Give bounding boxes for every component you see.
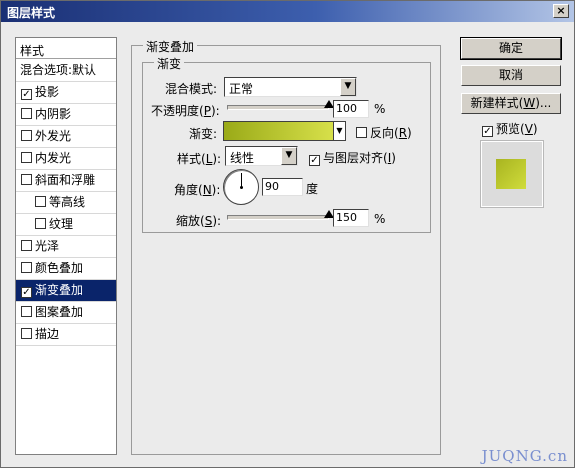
close-button[interactable]: ×	[553, 4, 569, 18]
style-list-item[interactable]: 混合选项:默认	[16, 60, 116, 82]
angle-dial-center	[240, 186, 243, 189]
reverse-checkbox[interactable]: 反向(R)	[356, 124, 412, 141]
style-list-item-label: 描边	[35, 327, 60, 341]
gradient-dropdown-arrow-icon[interactable]: ▼	[334, 121, 346, 141]
style-list-checkbox[interactable]	[21, 108, 32, 119]
style-list-item-label: 光泽	[35, 239, 60, 253]
style-list-checkbox[interactable]	[21, 306, 32, 317]
align-with-layer-checkbox[interactable]: ✓ 与图层对齐(I)	[309, 149, 396, 166]
style-list-item[interactable]: 内发光	[16, 148, 116, 170]
style-list-checkbox[interactable]	[21, 130, 32, 141]
style-list-item-label: 图案叠加	[35, 305, 84, 319]
layer-style-dialog: 图层样式 × 样式 混合选项:默认 ✓ 投影 内阴影 外发光 内发光 斜面和浮雕 等高线 纹理光…	[0, 0, 575, 468]
preview-checkbox[interactable]: ✓ 预览(V)	[482, 120, 538, 137]
style-list-item[interactable]: 颜色叠加	[16, 258, 116, 280]
scale-label: 缩放(S):	[176, 214, 222, 228]
gradient-overlay-title: 渐变叠加	[143, 38, 198, 55]
style-list-item[interactable]: 描边	[16, 324, 116, 346]
style-list-item[interactable]: 斜面和浮雕	[16, 170, 116, 192]
style-value: 线性	[230, 151, 255, 165]
angle-label: 角度(N):	[174, 183, 221, 197]
style-list-item[interactable]: 内阴影	[16, 104, 116, 126]
style-list-item[interactable]: ✓ 渐变叠加	[16, 280, 116, 302]
style-list-checkbox[interactable]	[21, 174, 32, 185]
style-list-item-label: 纹理	[49, 217, 74, 231]
ok-button[interactable]: 确定	[460, 37, 562, 60]
style-list-checkbox[interactable]: ✓	[21, 89, 32, 100]
style-list-header[interactable]: 样式	[16, 38, 116, 59]
style-list-item-label: 等高线	[49, 195, 86, 209]
style-list-item-label: 内发光	[35, 151, 72, 165]
style-list-item[interactable]: 光泽	[16, 236, 116, 258]
title-bar[interactable]: 图层样式 ×	[1, 1, 574, 22]
style-list-item-label: 投影	[35, 85, 60, 99]
style-list-item-label: 外发光	[35, 129, 72, 143]
chevron-down-icon: ▼	[340, 78, 356, 96]
gradient-label: 渐变:	[189, 127, 218, 141]
new-style-button[interactable]: 新建样式(W)...	[461, 93, 561, 114]
scale-slider[interactable]	[227, 215, 329, 220]
reverse-checkbox-box[interactable]	[356, 127, 367, 138]
blend-mode-label: 混合模式:	[165, 82, 218, 96]
style-list-checkbox[interactable]	[21, 262, 32, 273]
preview-checkbox-box[interactable]: ✓	[482, 126, 493, 137]
style-list-item[interactable]: 外发光	[16, 126, 116, 148]
window-title: 图层样式	[7, 6, 56, 20]
opacity-input[interactable]: 100	[333, 100, 369, 118]
style-list-item-label: 内阴影	[35, 107, 72, 121]
angle-input[interactable]: 90	[262, 178, 303, 196]
angle-dial[interactable]	[223, 169, 259, 205]
watermark: JUQNG.cn	[481, 447, 568, 465]
style-list-item-label: 混合选项:默认	[20, 63, 97, 77]
style-list-checkbox[interactable]	[21, 152, 32, 163]
style-list-checkbox[interactable]: ✓	[21, 287, 32, 298]
scale-input[interactable]: 150	[333, 209, 369, 227]
opacity-label: 不透明度(P):	[151, 104, 220, 118]
align-checkbox-box[interactable]: ✓	[309, 155, 320, 166]
preview-swatch	[496, 159, 526, 189]
gradient-picker[interactable]	[223, 121, 334, 141]
style-list: 样式 混合选项:默认 ✓ 投影 内阴影 外发光 内发光 斜面和浮雕 等高线 纹理 光泽 颜色叠加 ✓ 渐…	[15, 37, 117, 455]
angle-unit: 度	[306, 182, 319, 196]
style-list-item-label: 渐变叠加	[35, 283, 84, 297]
style-list-checkbox[interactable]	[35, 218, 46, 229]
style-list-item[interactable]: ✓ 投影	[16, 82, 116, 104]
style-list-checkbox[interactable]	[21, 328, 32, 339]
preview-thumbnail	[481, 141, 543, 207]
blend-mode-select[interactable]: 正常 ▼	[224, 77, 357, 97]
style-list-item[interactable]: 图案叠加	[16, 302, 116, 324]
blend-mode-value: 正常	[229, 82, 254, 96]
chevron-down-icon: ▼	[281, 147, 297, 165]
style-label: 样式(L):	[177, 152, 222, 166]
opacity-slider[interactable]	[227, 105, 329, 110]
style-list-item[interactable]: 等高线	[16, 192, 116, 214]
gradient-group-title: 渐变	[154, 55, 185, 72]
style-list-checkbox[interactable]	[35, 196, 46, 207]
scale-unit: %	[374, 212, 386, 226]
style-list-checkbox[interactable]	[21, 240, 32, 251]
style-select[interactable]: 线性 ▼	[225, 146, 298, 166]
opacity-unit: %	[374, 102, 386, 116]
style-list-item-label: 颜色叠加	[35, 261, 84, 275]
style-list-item[interactable]: 纹理	[16, 214, 116, 236]
cancel-button[interactable]: 取消	[461, 65, 561, 86]
style-list-item-label: 斜面和浮雕	[35, 173, 96, 187]
